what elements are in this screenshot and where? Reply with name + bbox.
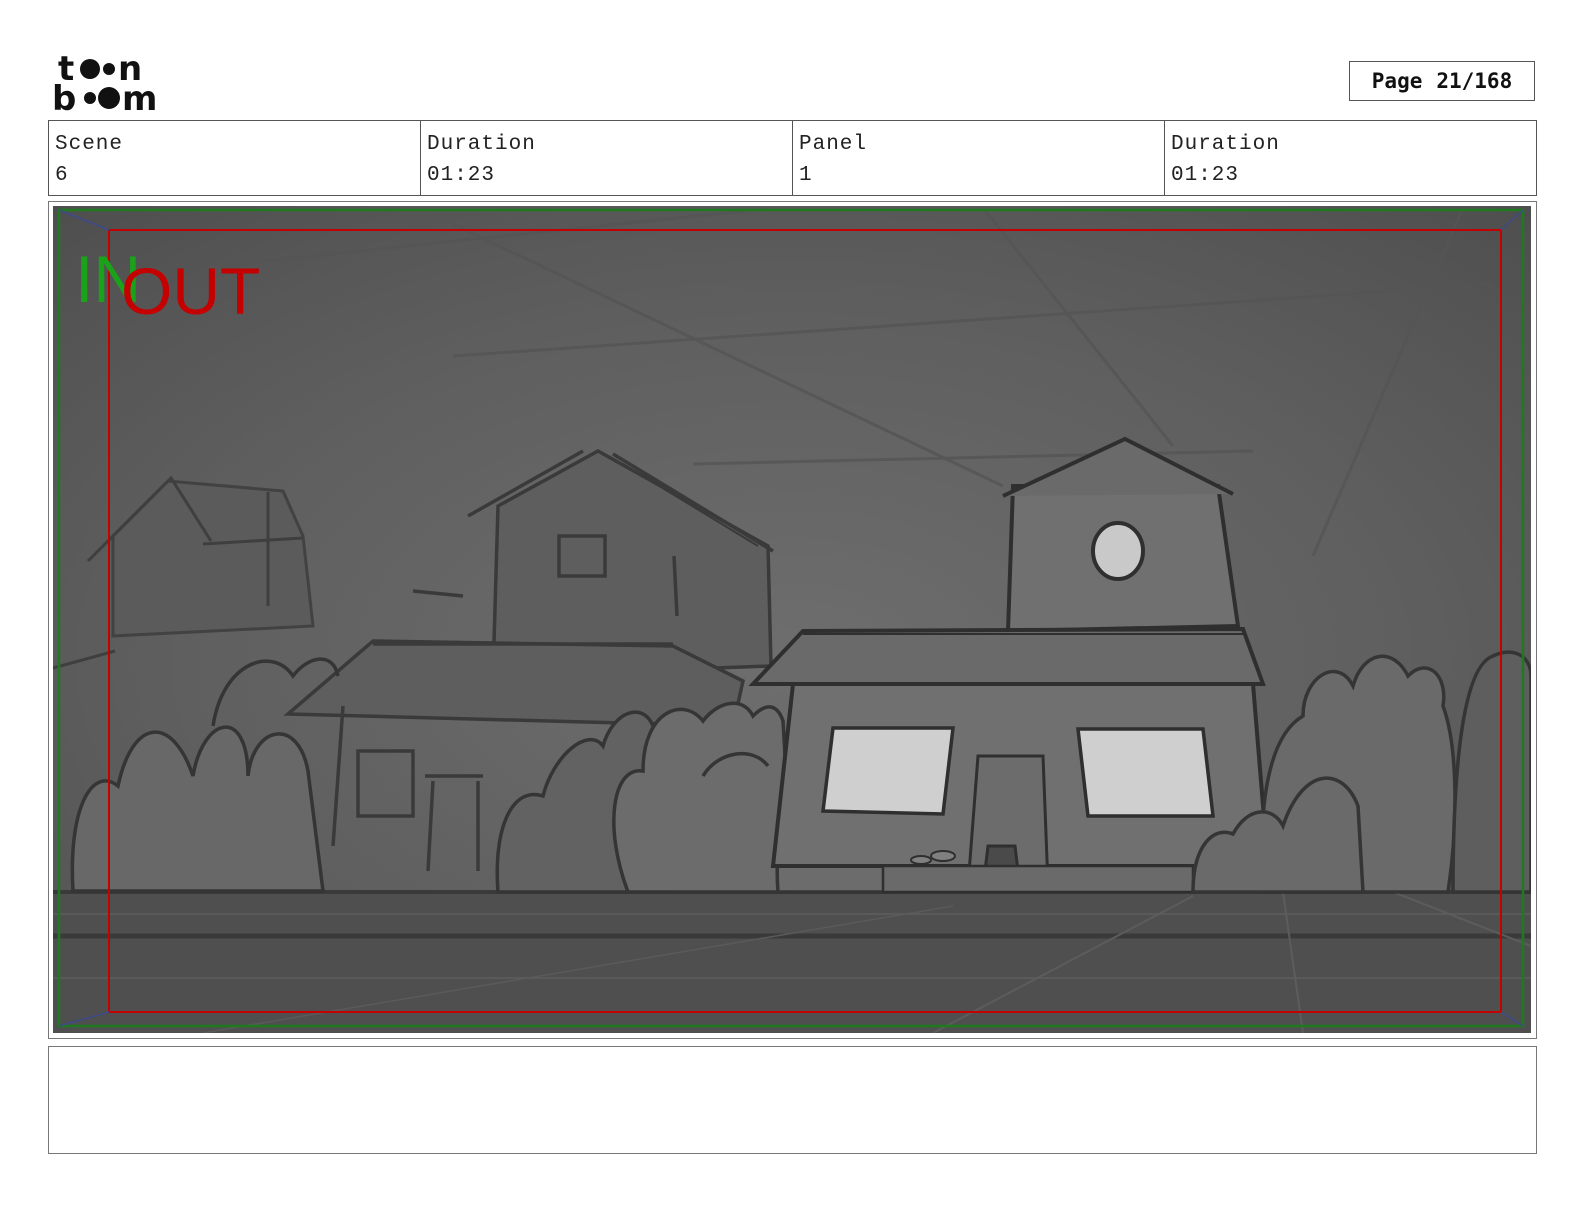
scene-duration-cell: Duration 01:23 <box>421 121 793 195</box>
out-marker: OUT <box>121 254 260 328</box>
scene-duration-label: Duration <box>427 133 536 156</box>
panel-duration-cell: Duration 01:23 <box>1165 121 1536 195</box>
scene-value: 6 <box>55 164 69 187</box>
scene-cell: Scene 6 <box>49 121 421 195</box>
storyboard-sketch: IN OUT <box>53 206 1531 1033</box>
page-label: Page <box>1371 69 1423 93</box>
panel-cell: Panel 1 <box>793 121 1165 195</box>
svg-text:b: b <box>52 79 76 112</box>
panel-value: 1 <box>799 164 813 187</box>
page-indicator: Page 21/168 <box>1349 61 1535 101</box>
svg-text:m: m <box>122 79 157 112</box>
panel-label: Panel <box>799 133 868 156</box>
toonboom-logo: t n b m <box>52 50 157 112</box>
scene-info-table: Scene 6 Duration 01:23 Panel 1 Duration … <box>48 120 1537 196</box>
scene-duration-value: 01:23 <box>427 164 496 187</box>
storyboard-panel-frame: IN OUT <box>48 201 1537 1039</box>
panel-duration-label: Duration <box>1171 133 1280 156</box>
page-number: 21/168 <box>1436 69 1513 93</box>
scene-label: Scene <box>55 133 124 156</box>
panel-duration-value: 01:23 <box>1171 164 1240 187</box>
panel-caption-box <box>48 1046 1537 1154</box>
